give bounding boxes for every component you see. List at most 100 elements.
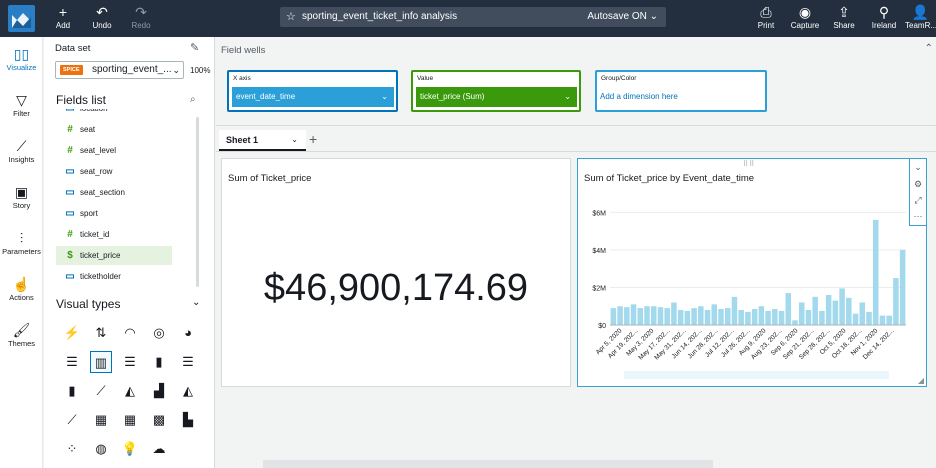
- print-button[interactable]: ⎙ Print: [755, 3, 777, 30]
- field-item-ticket-id[interactable]: # ticket_id: [56, 225, 172, 244]
- dataset-label: Data set: [55, 43, 91, 54]
- field-item-sport[interactable]: ▭ sport: [56, 204, 172, 223]
- bar: [846, 297, 852, 325]
- xaxis-well[interactable]: X axis event_date_time ⌄: [227, 70, 398, 112]
- location-pin-icon: ⚲: [878, 4, 890, 20]
- region-button[interactable]: ⚲ Ireland: [869, 3, 899, 30]
- add-sheet-icon[interactable]: +: [309, 131, 317, 147]
- chevron-down-icon[interactable]: ⌄: [192, 297, 200, 308]
- field-item-seat-row[interactable]: ▭ seat_row: [56, 162, 172, 181]
- brush-icon: 🖌: [12, 322, 31, 338]
- search-icon[interactable]: ⌕: [190, 94, 196, 105]
- chevron-down-icon[interactable]: ⌄: [910, 162, 926, 173]
- field-item-seat-level[interactable]: # seat_level: [56, 141, 172, 160]
- stacked-area-icon[interactable]: ◭: [177, 380, 199, 402]
- value-well[interactable]: Value ticket_price (Sum) ⌄: [411, 70, 581, 112]
- heat-map-icon[interactable]: ▩: [148, 409, 170, 431]
- account-button[interactable]: 👤 TeamR...: [905, 3, 936, 30]
- scatter-icon[interactable]: ⁘: [61, 438, 83, 460]
- field-item-seat-section[interactable]: ▭ seat_section: [56, 183, 172, 202]
- spice-percent: 100%: [190, 66, 211, 75]
- field-item-seat[interactable]: # seat: [56, 120, 172, 139]
- fields-scrollbar[interactable]: [196, 117, 199, 287]
- field-item-location[interactable]: ▭ location: [56, 109, 172, 118]
- group-color-well[interactable]: Group/Color Add a dimension here: [595, 70, 767, 112]
- actions-icon: ☝: [12, 276, 31, 292]
- analysis-title: sporting_event_ticket_info analysis: [302, 11, 458, 22]
- gauge-icon[interactable]: ◠: [119, 322, 141, 344]
- tab-sheet-1[interactable]: Sheet 1 ⌄: [219, 130, 306, 151]
- insight-icon[interactable]: 💡: [119, 438, 141, 460]
- dataset-select[interactable]: SPICE sporting_event_... ⌄: [55, 61, 184, 79]
- more-icon[interactable]: ⋯: [910, 211, 926, 222]
- bar: [893, 278, 899, 325]
- bar: [886, 315, 892, 325]
- pivot-table-icon[interactable]: ▦: [119, 409, 141, 431]
- redo-button[interactable]: ↷ Redo: [128, 3, 154, 30]
- chevron-down-icon: ⌄: [564, 92, 571, 101]
- stacked-vertical-bar-icon[interactable]: ▮: [148, 351, 170, 373]
- bar: [805, 309, 812, 325]
- value-field-pill[interactable]: ticket_price (Sum) ⌄: [416, 87, 577, 107]
- nav-insights[interactable]: ⟋ Insights: [0, 137, 43, 164]
- geo-map-icon[interactable]: ◍: [90, 438, 112, 460]
- word-cloud-icon[interactable]: ☁: [148, 438, 170, 460]
- add-button[interactable]: + Add: [52, 3, 74, 30]
- tree-map-icon[interactable]: ▙: [177, 409, 199, 431]
- text-field-icon: ▭: [65, 187, 75, 198]
- bar: [765, 310, 771, 325]
- nav-visualize[interactable]: ▯▯ Visualize: [0, 45, 43, 72]
- horizontal-scrollbar[interactable]: [624, 371, 889, 379]
- autograph-icon[interactable]: ⚡: [61, 322, 83, 344]
- nav-actions[interactable]: ☝ Actions: [0, 275, 43, 302]
- chevron-down-icon: ⌄: [172, 65, 180, 75]
- fields-list-title: Fields list: [56, 93, 107, 107]
- autosave-toggle[interactable]: Autosave ON ⌄: [587, 7, 658, 27]
- capture-button[interactable]: ◉ Capture: [789, 3, 821, 30]
- kpi-icon[interactable]: ⇅: [90, 322, 112, 344]
- bar: [899, 249, 906, 325]
- bar: [677, 309, 684, 325]
- chevron-up-icon[interactable]: ⌃: [925, 43, 933, 54]
- kpi-visual[interactable]: Sum of Ticket_price $46,900,174.69: [221, 158, 571, 387]
- bar: [738, 309, 744, 325]
- quicksight-logo[interactable]: [8, 5, 35, 32]
- field-item-ticket-price[interactable]: $ ticket_price: [56, 246, 172, 265]
- bar: [758, 306, 765, 325]
- percent-vertical-bar-icon[interactable]: ▮: [61, 380, 83, 402]
- undo-button[interactable]: ↶ Undo: [89, 3, 115, 30]
- share-button[interactable]: ⇪ Share: [832, 3, 856, 30]
- kpi-title: Sum of Ticket_price: [228, 173, 312, 184]
- analysis-title-box[interactable]: ☆ sporting_event_ticket_info analysis Au…: [280, 7, 666, 27]
- vertical-bar-icon[interactable]: ▥: [90, 351, 112, 373]
- area-icon[interactable]: ◭: [119, 380, 141, 402]
- resize-handle-icon[interactable]: ◢: [918, 376, 924, 385]
- donut-icon[interactable]: ◎: [148, 322, 170, 344]
- nav-story[interactable]: ▣ Story: [0, 183, 43, 210]
- gear-icon[interactable]: ⚙: [910, 179, 926, 190]
- line-icon[interactable]: ⟋: [90, 380, 112, 402]
- field-label: ticket_price: [80, 251, 121, 260]
- expand-icon[interactable]: ⤢: [910, 195, 926, 206]
- combo-icon[interactable]: ▟: [148, 380, 170, 402]
- percent-horizontal-bar-icon[interactable]: ☰: [177, 351, 199, 373]
- pencil-icon[interactable]: ✎: [190, 41, 199, 54]
- horizontal-bar-icon[interactable]: ☰: [61, 351, 83, 373]
- add-dimension-link[interactable]: Add a dimension here: [600, 92, 678, 101]
- stacked-horizontal-bar-icon[interactable]: ☰: [119, 351, 141, 373]
- bar: [624, 307, 630, 325]
- bar-chart-visual[interactable]: ⠿⠿ Sum of Ticket_price by Event_date_tim…: [577, 158, 927, 387]
- nav-themes[interactable]: 🖌 Themes: [0, 321, 43, 348]
- bottom-bar: [263, 460, 713, 468]
- star-icon[interactable]: ☆: [286, 7, 296, 27]
- xaxis-field-pill[interactable]: event_date_time ⌄: [232, 87, 394, 107]
- field-item-ticketholder[interactable]: ▭ ticketholder: [56, 267, 172, 286]
- nav-parameters[interactable]: ⫶ Parameters: [0, 229, 43, 256]
- bar: [792, 320, 798, 325]
- pie-icon[interactable]: ◕: [177, 322, 199, 344]
- area-line-icon[interactable]: ⟋: [61, 409, 83, 431]
- field-label: location: [80, 109, 108, 113]
- kpi-value: $46,900,174.69: [263, 267, 529, 309]
- table-icon[interactable]: ▦: [90, 409, 112, 431]
- nav-filter[interactable]: ▽ Filter: [0, 91, 43, 118]
